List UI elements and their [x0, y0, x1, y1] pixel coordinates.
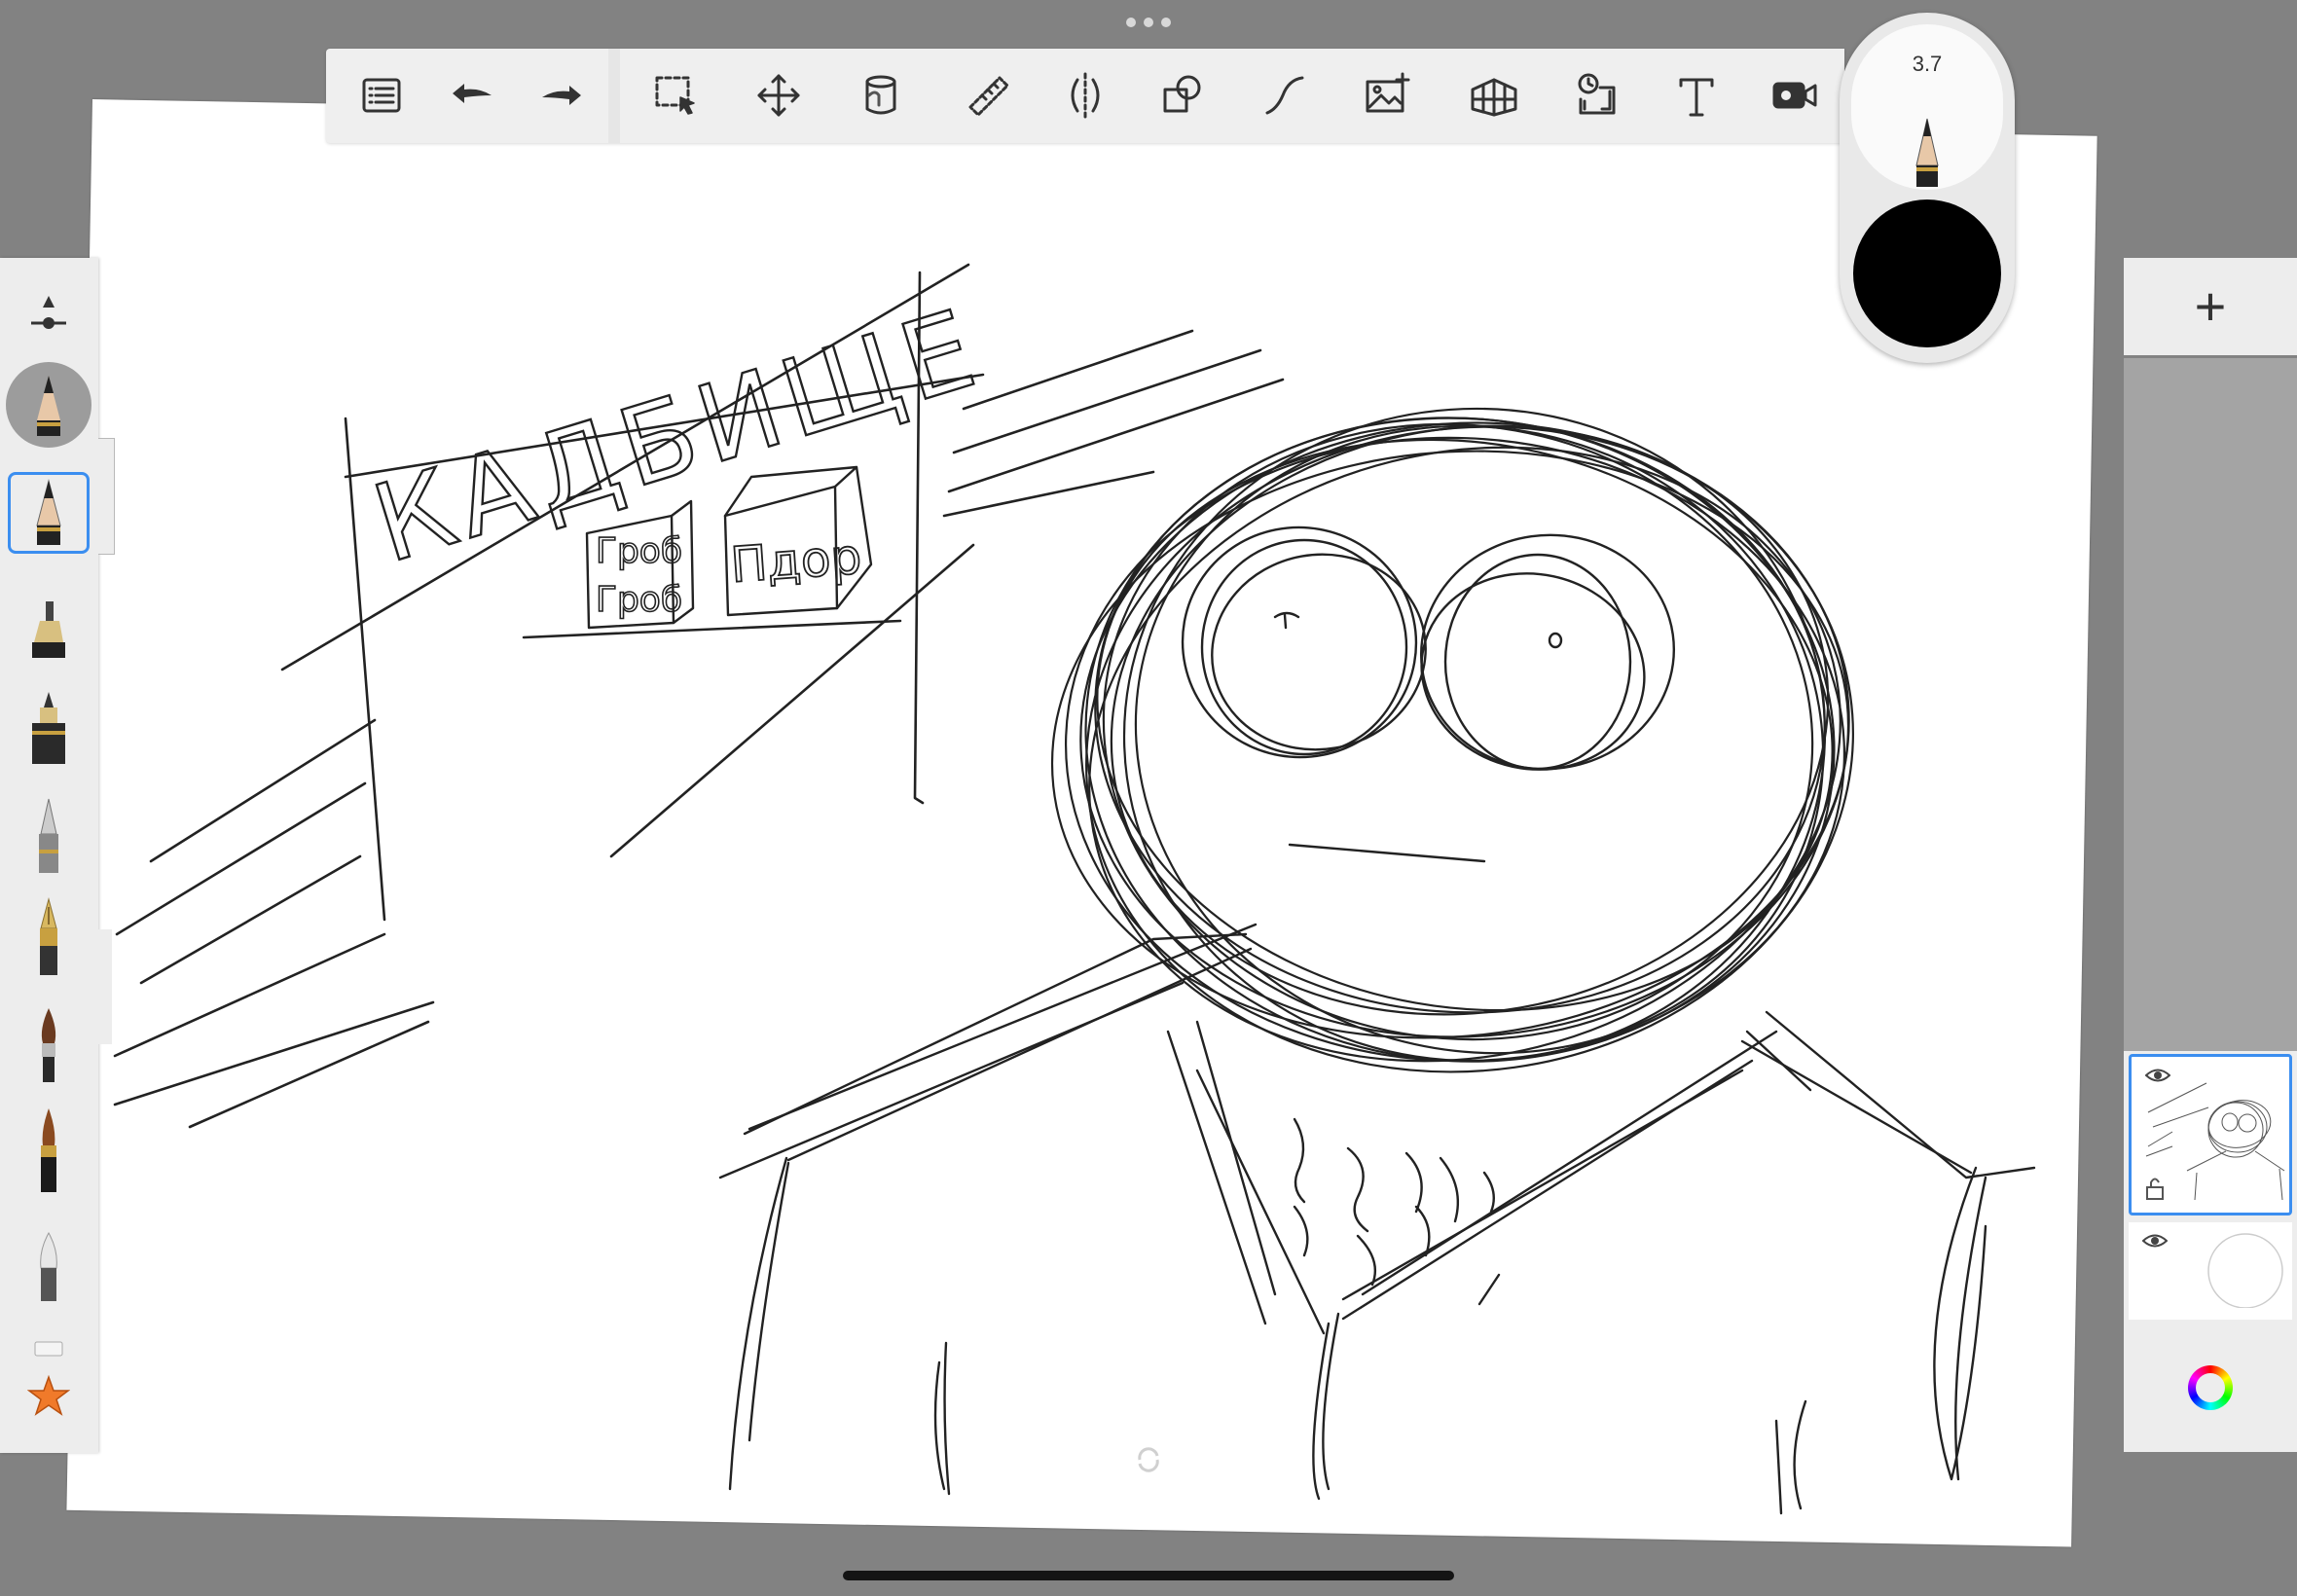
fountain-pen-brush-icon[interactable] [10, 895, 88, 983]
redo-icon[interactable] [532, 66, 591, 125]
add-layer-label: + [2194, 275, 2227, 337]
background-layer-preview [2207, 1233, 2283, 1308]
color-swatch[interactable] [1853, 200, 2001, 347]
box2-text: Пдор [729, 528, 863, 594]
eye-icon[interactable] [2142, 1232, 2168, 1250]
ballpoint-brush-icon[interactable] [10, 793, 88, 881]
color-wheel-icon[interactable] [2188, 1365, 2233, 1410]
layer-thumbnail-1[interactable] [2129, 1054, 2292, 1215]
marker-brush-icon[interactable] [10, 589, 88, 667]
layers-strip [2124, 358, 2297, 1051]
multitasking-handle[interactable] [1126, 18, 1171, 29]
shapes-icon[interactable] [1153, 66, 1212, 125]
eraser-soft-icon[interactable] [10, 1221, 88, 1309]
lock-icon[interactable] [2145, 1176, 2165, 1201]
paint-brush-icon[interactable] [10, 1002, 88, 1090]
ink-pen-brush-icon[interactable] [10, 686, 88, 774]
size-slider-icon[interactable] [10, 285, 88, 344]
flipbook-icon[interactable] [1567, 66, 1625, 125]
symmetry-icon[interactable] [1056, 66, 1114, 125]
sync-icon [1138, 1447, 1159, 1472]
selection-icon[interactable] [647, 66, 706, 125]
curve-icon[interactable] [1256, 66, 1314, 125]
perspective-grid-icon[interactable] [1465, 66, 1523, 125]
text-icon[interactable] [1667, 66, 1726, 125]
top-toolbar [326, 49, 1844, 143]
add-image-icon[interactable] [1358, 66, 1416, 125]
ruler-icon[interactable] [959, 66, 1017, 125]
undo-icon[interactable] [443, 66, 501, 125]
brush-puck[interactable]: 3.7 [1840, 13, 2015, 363]
layers-panel [2124, 1051, 2297, 1452]
transform-move-icon[interactable] [749, 66, 808, 125]
brush-size-value: 3.7 [1912, 52, 1943, 76]
add-layer-button[interactable]: + [2124, 258, 2297, 355]
eraser-icon[interactable] [10, 1333, 88, 1362]
favorite-star-icon[interactable] [10, 1372, 88, 1421]
pencil-brush-icon[interactable] [8, 472, 90, 554]
layer-thumbnail-2[interactable] [2129, 1222, 2292, 1320]
current-brush[interactable] [6, 362, 91, 448]
menu-list-icon[interactable] [352, 66, 411, 125]
fill-bucket-icon[interactable] [852, 66, 910, 125]
palette-drawer-tab-lower[interactable] [98, 929, 112, 1044]
palette-drawer-tab[interactable] [98, 438, 115, 555]
airbrush-icon[interactable] [10, 1103, 88, 1200]
box1-line2: Гроб [596, 580, 682, 620]
box1-line1: Гроб [596, 531, 682, 571]
home-indicator[interactable] [843, 1571, 1454, 1580]
pencil-preview-icon [1915, 118, 1939, 187]
brush-size-puck[interactable]: 3.7 [1851, 24, 2003, 190]
toolbar-separator [608, 49, 620, 143]
record-icon[interactable] [1767, 66, 1825, 125]
brush-palette [0, 258, 98, 1453]
